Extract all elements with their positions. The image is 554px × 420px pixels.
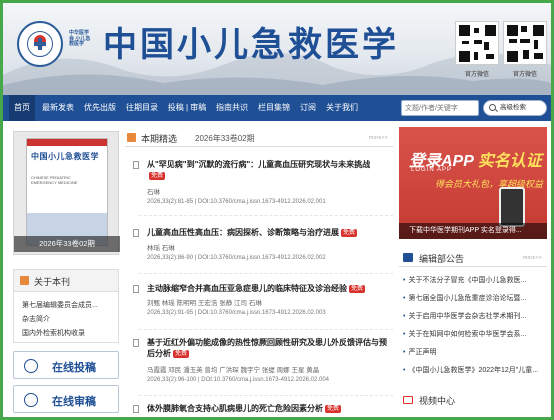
- article-authors: 林瑶 石琳: [147, 245, 175, 252]
- nav-item-subscribe[interactable]: 订阅: [297, 95, 319, 121]
- divider: [139, 273, 393, 274]
- main-nav: 首页 最新发表 优先出版 往期目录 投稿 | 审稿 指南共识 栏目集锦 订阅 关…: [3, 95, 551, 121]
- article-item: 基于近红外偏功能成像的热性惊厥回顾性研究及患儿外反馈评估与预后分析 免费 马霞霞 …: [125, 337, 393, 389]
- article-item: 主动脉缩窄合并高血压亚急症患儿的临床特征及诊治经验 免费 刘甄 林瑶 陈明明 王宏…: [125, 283, 393, 323]
- page-frame: 中华医学会 小儿急救医学 中国小儿急救医学 官方微信 官方微信 首页 最新发表 …: [0, 0, 554, 420]
- document-icon: [133, 229, 139, 237]
- about-journal-panel: 关于本刊 第七届编辑委员会成员... 杂志简介 国内外检索机构收录: [13, 269, 119, 343]
- advanced-search-button[interactable]: 高级检索: [483, 100, 547, 116]
- pen-icon: [24, 359, 38, 373]
- nav-item-priority[interactable]: 优先出版: [81, 95, 119, 121]
- document-icon: [133, 161, 139, 169]
- video-icon: [403, 396, 413, 404]
- search-icon: [489, 104, 496, 111]
- article-item: 儿童高血压性高血压：病因探析、诊断策略与治疗进展 免费 林瑶 石琳 2026,33…: [125, 227, 393, 267]
- document-icon: [133, 285, 139, 293]
- free-badge: 免费: [325, 405, 342, 413]
- article-item: 从"罕见病"到"沉默的流行病"：儿童高血压研究现状与未来挑战免费 石琳 2026…: [125, 159, 393, 211]
- notice-list-item[interactable]: 第七届全国小儿急危重症诊治论坛暨...: [403, 293, 547, 303]
- online-review-label: 在线审稿: [52, 396, 96, 408]
- nav-item-submit-review[interactable]: 投稿 | 审稿: [165, 95, 209, 121]
- search-input[interactable]: [401, 100, 479, 116]
- notice-list-item[interactable]: 关于启用中华医学会杂志社学术期刊...: [403, 311, 547, 321]
- journal-icon: [20, 276, 29, 285]
- notice-header: 编辑部公告 more>>: [399, 251, 547, 267]
- featured-header: 本期精选 2026年33卷02期 more>>: [125, 131, 393, 147]
- featured-more-link[interactable]: more>>: [369, 135, 388, 141]
- free-badge: 免费: [173, 350, 190, 358]
- article-title[interactable]: 儿童高血压性高血压：病因探析、诊断策略与治疗进展 免费: [147, 227, 387, 238]
- about-header: 关于本刊: [14, 270, 118, 292]
- featured-issue: 2026年33卷02期: [195, 134, 255, 143]
- featured-icon: [127, 133, 136, 142]
- cover-english-title: CHINESE PEDIATRIC EMERGENCY MEDICINE: [31, 175, 78, 185]
- article-citation: 2026,33(2):96-100 | DOI:10.3760/cma.j.is…: [147, 377, 330, 383]
- notice-more-link[interactable]: more>>: [523, 255, 542, 261]
- cover-title: 中国小儿急救医学: [31, 151, 99, 161]
- journal-logo[interactable]: [17, 21, 63, 67]
- article-title[interactable]: 体外膜肺氧合支持心肌病患儿的死亡危险因素分析 免费: [147, 403, 387, 414]
- about-title: 关于本刊: [34, 277, 71, 287]
- article-authors: 刘甄 林瑶 陈明明 王宏浩 张静 江司 石琳: [147, 300, 262, 307]
- article-authors: 马霞霞 邓民 潘玉英 曾均 广洪琛 魏宇宁 张缇 周娜 王星 黄晶: [147, 367, 320, 374]
- article-citation: 2026,33(2):86-90 | DOI:10.3760/cma.j.iss…: [147, 255, 326, 261]
- advanced-search-label: 高级检索: [500, 104, 526, 111]
- article-title[interactable]: 基于近红外偏功能成像的热性惊厥回顾性研究及患儿外反馈评估与预后分析 免费: [147, 337, 387, 359]
- notice-icon: [403, 253, 413, 262]
- nav-item-archive[interactable]: 往期目录: [123, 95, 161, 121]
- nav-item-about[interactable]: 关于我们: [323, 95, 361, 121]
- cover-issue-caption[interactable]: 2026年33卷02期: [14, 236, 120, 252]
- divider: [139, 395, 393, 396]
- promo-subline: 得会员大礼包，享超级权益: [435, 179, 544, 189]
- online-submission-label: 在线投稿: [52, 362, 96, 374]
- notice-list-item[interactable]: 严正声明: [403, 347, 547, 357]
- notice-list-item[interactable]: 关于不法分子冒充《中国小儿急救医...: [403, 275, 547, 285]
- article-item: 体外膜肺氧合支持心肌病患儿的死亡危险因素分析 免费: [125, 403, 393, 417]
- wechat-qr-code-right: [503, 21, 547, 65]
- site-title[interactable]: 中国小儿急救医学: [103, 17, 399, 66]
- article-authors: 石琳: [147, 189, 160, 196]
- wechat-qr-code-left: [455, 21, 499, 65]
- about-link-indexing[interactable]: 国内外检索机构收录: [22, 328, 85, 338]
- article-title[interactable]: 主动脉缩窄合并高血压亚急症患儿的临床特征及诊治经验 免费: [147, 283, 387, 294]
- divider: [139, 329, 393, 330]
- online-submission-button[interactable]: 在线投稿: [13, 351, 119, 379]
- qr-right-label: 官方微信: [512, 72, 537, 78]
- site-header: 中华医学会 小儿急救医学 中国小儿急救医学 官方微信 官方微信: [3, 3, 551, 95]
- featured-title: 本期精选: [141, 134, 178, 144]
- cover-image[interactable]: 中国小儿急救医学 CHINESE PEDIATRIC EMERGENCY MED…: [26, 138, 108, 246]
- nav-item-collections[interactable]: 栏目集锦: [255, 95, 293, 121]
- nav-item-guidelines[interactable]: 指南共识: [213, 95, 251, 121]
- article-citation: 2026,33(2):81-85 | DOI:10.3760/cma.j.iss…: [147, 199, 326, 205]
- notice-title: 编辑部公告: [419, 254, 465, 264]
- video-center-title[interactable]: 视频中心: [419, 394, 455, 407]
- logo-text: 中华医学会 小儿急救医学: [69, 30, 91, 47]
- about-link-introduction[interactable]: 杂志简介: [22, 314, 50, 324]
- app-promo-banner[interactable]: 登录APP 实名认证 LOGIN APP 得会员大礼包，享超级权益 下载中华医学…: [399, 127, 547, 239]
- free-badge: 免费: [349, 285, 366, 293]
- current-issue-cover[interactable]: 中国小儿急救医学 CHINESE PEDIATRIC EMERGENCY MED…: [13, 131, 120, 255]
- notice-list-item[interactable]: 《中国小儿急救医学》2022年12月"儿童...: [403, 365, 547, 375]
- document-icon: [133, 405, 139, 413]
- about-link-editorial-board[interactable]: 第七届编辑委员会成员...: [22, 300, 98, 310]
- free-badge: 免费: [149, 172, 166, 180]
- phone-illustration: [499, 187, 525, 227]
- review-icon: [24, 393, 38, 407]
- article-citation: 2026,33(2):91-95 | DOI:10.3760/cma.j.iss…: [147, 310, 326, 316]
- document-icon: [133, 339, 139, 347]
- video-center-header: 视频中心: [399, 393, 547, 409]
- nav-item-home[interactable]: 首页: [9, 95, 35, 121]
- notice-list-item[interactable]: 关于在知网中如何检索中华医学会系...: [403, 329, 547, 339]
- article-title[interactable]: 从"罕见病"到"沉默的流行病"：儿童高血压研究现状与未来挑战免费: [147, 159, 387, 181]
- online-review-button[interactable]: 在线审稿: [13, 385, 119, 413]
- free-badge: 免费: [341, 229, 358, 237]
- nav-item-latest[interactable]: 最新发表: [39, 95, 77, 121]
- promo-caption[interactable]: 下载中华医学期刊APP 实名登录得...: [399, 223, 547, 239]
- divider: [139, 215, 393, 216]
- promo-login-text: LOGIN APP: [411, 167, 453, 173]
